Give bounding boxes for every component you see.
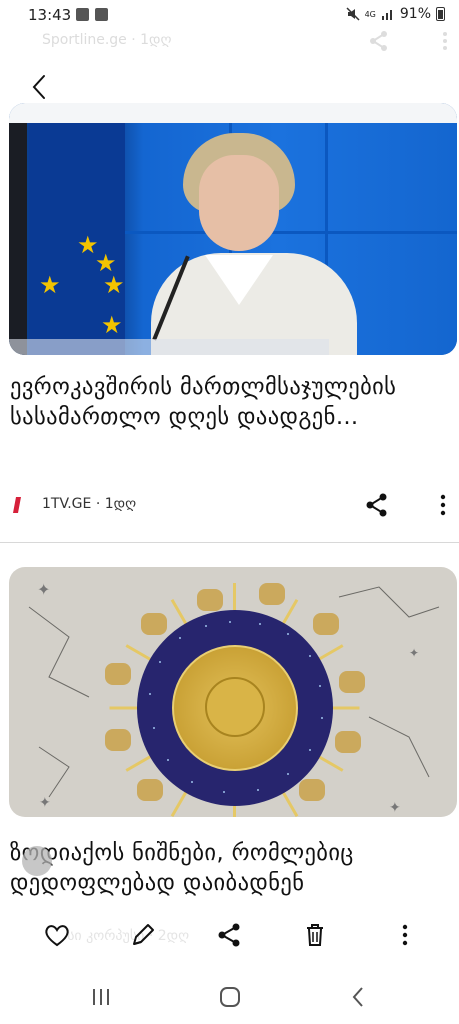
system-navigation-bar bbox=[0, 962, 459, 1024]
svg-text:✦: ✦ bbox=[389, 800, 401, 816]
status-bar: 13:43 4G 91% bbox=[0, 0, 459, 32]
podium bbox=[9, 339, 329, 355]
signal-icon bbox=[381, 10, 392, 20]
status-right: 4G 91% bbox=[346, 6, 445, 22]
background-source: Sportline.ge · 1დღ bbox=[42, 32, 172, 48]
recents-icon[interactable] bbox=[86, 982, 116, 1012]
battery-icon bbox=[436, 7, 445, 21]
status-time: 13:43 bbox=[28, 6, 72, 24]
check-notification-icon bbox=[95, 8, 108, 21]
background-article-row: Sportline.ge · 1დღ bbox=[12, 30, 452, 52]
trash-icon[interactable] bbox=[300, 920, 330, 950]
article-source-row: 1TV.GE · 1დღ bbox=[10, 492, 450, 518]
battery-percent: 91% bbox=[399, 6, 431, 22]
more-vertical-icon[interactable] bbox=[390, 920, 420, 950]
1tv-logo-icon bbox=[13, 497, 21, 513]
divider bbox=[0, 542, 459, 543]
mute-icon bbox=[346, 7, 360, 21]
article-source: 1TV.GE · 1დღ bbox=[42, 496, 137, 512]
heart-icon[interactable] bbox=[42, 920, 72, 950]
background-more-icon bbox=[443, 32, 447, 50]
pencil-icon[interactable] bbox=[128, 920, 158, 950]
article-image-eu-court[interactable]: ★ ★ ★ ★ ★ bbox=[9, 103, 457, 355]
more-options-button[interactable] bbox=[436, 492, 450, 518]
svg-text:✦: ✦ bbox=[37, 580, 50, 599]
floating-badge-icon[interactable] bbox=[22, 846, 52, 876]
share-button[interactable] bbox=[364, 492, 390, 518]
home-icon[interactable] bbox=[215, 982, 245, 1012]
bottom-toolbar: ასი კორპუსი · 2დღ bbox=[0, 912, 459, 962]
back-button[interactable] bbox=[24, 70, 58, 104]
svg-text:✦: ✦ bbox=[409, 646, 419, 660]
article-headline[interactable]: ევროკავშირის მართლმსაჯულების სასამართლო … bbox=[10, 372, 450, 432]
share-icon[interactable] bbox=[214, 920, 244, 950]
sun-face-icon bbox=[205, 677, 265, 737]
eu-flag: ★ ★ ★ ★ ★ bbox=[29, 123, 125, 355]
background-share-icon bbox=[370, 31, 387, 51]
svg-text:✦: ✦ bbox=[39, 795, 51, 811]
back-icon[interactable] bbox=[344, 982, 374, 1012]
article-headline[interactable]: ზოდიაქოს ნიშნები, რომლებიც დედოფლებად და… bbox=[10, 838, 459, 898]
network-type: 4G bbox=[364, 9, 376, 19]
gallery-notification-icon bbox=[76, 8, 89, 21]
article-image-zodiac[interactable]: ✦ ✦ ✦ ✦ bbox=[9, 567, 457, 817]
background-bottom-source: ასი კორპუსი · 2დღ bbox=[60, 928, 190, 944]
